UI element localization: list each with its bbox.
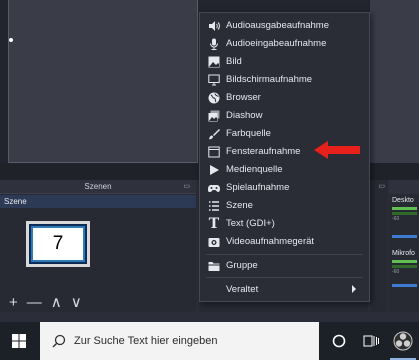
obs-icon bbox=[393, 331, 413, 351]
mic-audio-meter: -60 bbox=[392, 260, 417, 275]
menu-item-label: Text (GDI+) bbox=[226, 218, 275, 229]
monitor-icon bbox=[207, 73, 221, 87]
search-placeholder: Zur Suche Text hier eingeben bbox=[74, 335, 218, 347]
gamepad-icon bbox=[207, 181, 221, 195]
menu-item-scene[interactable]: Szene bbox=[201, 197, 368, 214]
speaker-icon bbox=[207, 19, 221, 33]
globe-icon bbox=[207, 91, 221, 105]
scenes-panel-title: Szenen bbox=[84, 182, 112, 191]
taskbar-search-box[interactable]: Zur Suche Text hier eingeben bbox=[40, 322, 319, 360]
menu-item-label: Videoaufnahmegerät bbox=[226, 236, 315, 247]
menu-item-media-source[interactable]: Medienquelle bbox=[201, 161, 368, 178]
mixer-header bbox=[389, 180, 419, 194]
menu-item-game-capture[interactable]: Spielaufnahme bbox=[201, 179, 368, 196]
menu-item-label: Fensteraufnahme bbox=[226, 146, 301, 157]
brush-icon bbox=[207, 127, 221, 141]
desktop-volume-slider[interactable] bbox=[392, 235, 417, 238]
windows-logo-icon bbox=[12, 334, 26, 348]
menu-item-label: Gruppe bbox=[226, 260, 258, 271]
menu-item-label: Spielaufnahme bbox=[226, 182, 290, 193]
menu-item-label: Szene bbox=[226, 200, 253, 211]
stream-deck-tile: 7 bbox=[26, 221, 90, 267]
menu-item-text-gdi[interactable]: T Text (GDI+) bbox=[201, 215, 368, 232]
play-icon bbox=[207, 163, 221, 177]
tile-number: 7 bbox=[33, 228, 83, 260]
menu-item-deprecated[interactable]: Veraltet bbox=[201, 281, 368, 298]
menu-item-label: Bildschirmaufnahme bbox=[226, 74, 313, 85]
circle-icon bbox=[332, 334, 346, 348]
transform-handle[interactable] bbox=[9, 38, 13, 42]
menu-item-image[interactable]: Bild bbox=[201, 53, 368, 70]
menu-item-audio-input[interactable]: Audioeingabeaufnahme bbox=[201, 35, 368, 52]
task-view-icon bbox=[363, 335, 379, 347]
arrow-shape bbox=[314, 141, 360, 159]
menu-item-label: Bild bbox=[226, 56, 242, 67]
dock-float-icon[interactable]: ▭ bbox=[378, 182, 385, 190]
preview-canvas[interactable] bbox=[8, 0, 198, 163]
list-icon bbox=[207, 199, 221, 213]
meter-bar bbox=[392, 265, 417, 268]
task-view-button[interactable] bbox=[354, 322, 388, 360]
menu-item-label: Diashow bbox=[226, 110, 263, 121]
desktop-audio-meter: -60 bbox=[392, 207, 417, 222]
cortana-button[interactable] bbox=[322, 322, 356, 360]
scenes-panel: Szenen ▭ Szene 7 + — ∧ ∨ bbox=[0, 180, 196, 312]
menu-item-browser[interactable]: Browser bbox=[201, 89, 368, 106]
meter-bar bbox=[392, 260, 417, 263]
image-icon bbox=[207, 55, 221, 69]
mixer-header-strip: ▭ bbox=[370, 180, 388, 312]
menu-item-audio-output[interactable]: Audioausgabeaufnahme bbox=[201, 17, 368, 34]
menu-item-label: Audioeingabeaufnahme bbox=[226, 38, 327, 49]
window-icon bbox=[207, 145, 221, 159]
move-scene-up-button[interactable]: ∧ bbox=[51, 293, 62, 311]
desktop-audio-label: Deskto bbox=[392, 197, 414, 204]
menu-separator bbox=[206, 254, 363, 255]
menu-item-label: Medienquelle bbox=[226, 164, 283, 175]
menu-item-label: Farbquelle bbox=[226, 128, 271, 139]
remove-scene-button[interactable]: — bbox=[27, 294, 42, 311]
menu-item-icon-spacer bbox=[207, 283, 221, 297]
folder-icon bbox=[207, 259, 221, 273]
meter-tick: -60 bbox=[392, 269, 400, 275]
mic-volume-slider[interactable] bbox=[392, 284, 417, 287]
obs-taskbar-button[interactable] bbox=[386, 322, 419, 360]
search-icon bbox=[52, 334, 66, 348]
audio-mixer-panel: Deskto -60 Mikrofo -60 bbox=[389, 180, 419, 312]
text-icon: T bbox=[208, 215, 220, 232]
meter-bar bbox=[392, 212, 417, 215]
start-button[interactable] bbox=[0, 322, 38, 360]
scene-list-item[interactable]: Szene bbox=[0, 195, 196, 208]
submenu-arrow-icon bbox=[352, 285, 356, 293]
menu-item-slideshow[interactable]: Diashow bbox=[201, 107, 368, 124]
microphone-icon bbox=[207, 37, 221, 51]
right-preview-strip bbox=[370, 0, 419, 163]
menu-item-group[interactable]: Gruppe bbox=[201, 257, 368, 274]
menu-item-label: Audioausgabeaufnahme bbox=[226, 20, 330, 31]
mic-audio-label: Mikrofo bbox=[392, 250, 415, 257]
meter-bar bbox=[392, 207, 417, 210]
menu-item-video-capture-device[interactable]: Videoaufnahmegerät bbox=[201, 233, 368, 250]
add-scene-button[interactable]: + bbox=[9, 294, 18, 311]
menu-separator bbox=[206, 277, 363, 278]
slideshow-icon bbox=[207, 109, 221, 123]
scenes-toolbar: + — ∧ ∨ bbox=[0, 292, 196, 312]
menu-item-screen-capture[interactable]: Bildschirmaufnahme bbox=[201, 71, 368, 88]
scenes-panel-header: Szenen ▭ bbox=[0, 180, 196, 194]
meter-tick: -60 bbox=[392, 216, 400, 222]
menu-item-label: Browser bbox=[226, 92, 261, 103]
red-arrow-annotation bbox=[314, 141, 360, 159]
dock-float-icon[interactable]: ▭ bbox=[183, 182, 190, 190]
menu-item-label: Veraltet bbox=[226, 284, 259, 295]
move-scene-down-button[interactable]: ∨ bbox=[71, 293, 82, 311]
camera-icon bbox=[207, 235, 221, 249]
windows-taskbar: Zur Suche Text hier eingeben bbox=[0, 322, 419, 360]
